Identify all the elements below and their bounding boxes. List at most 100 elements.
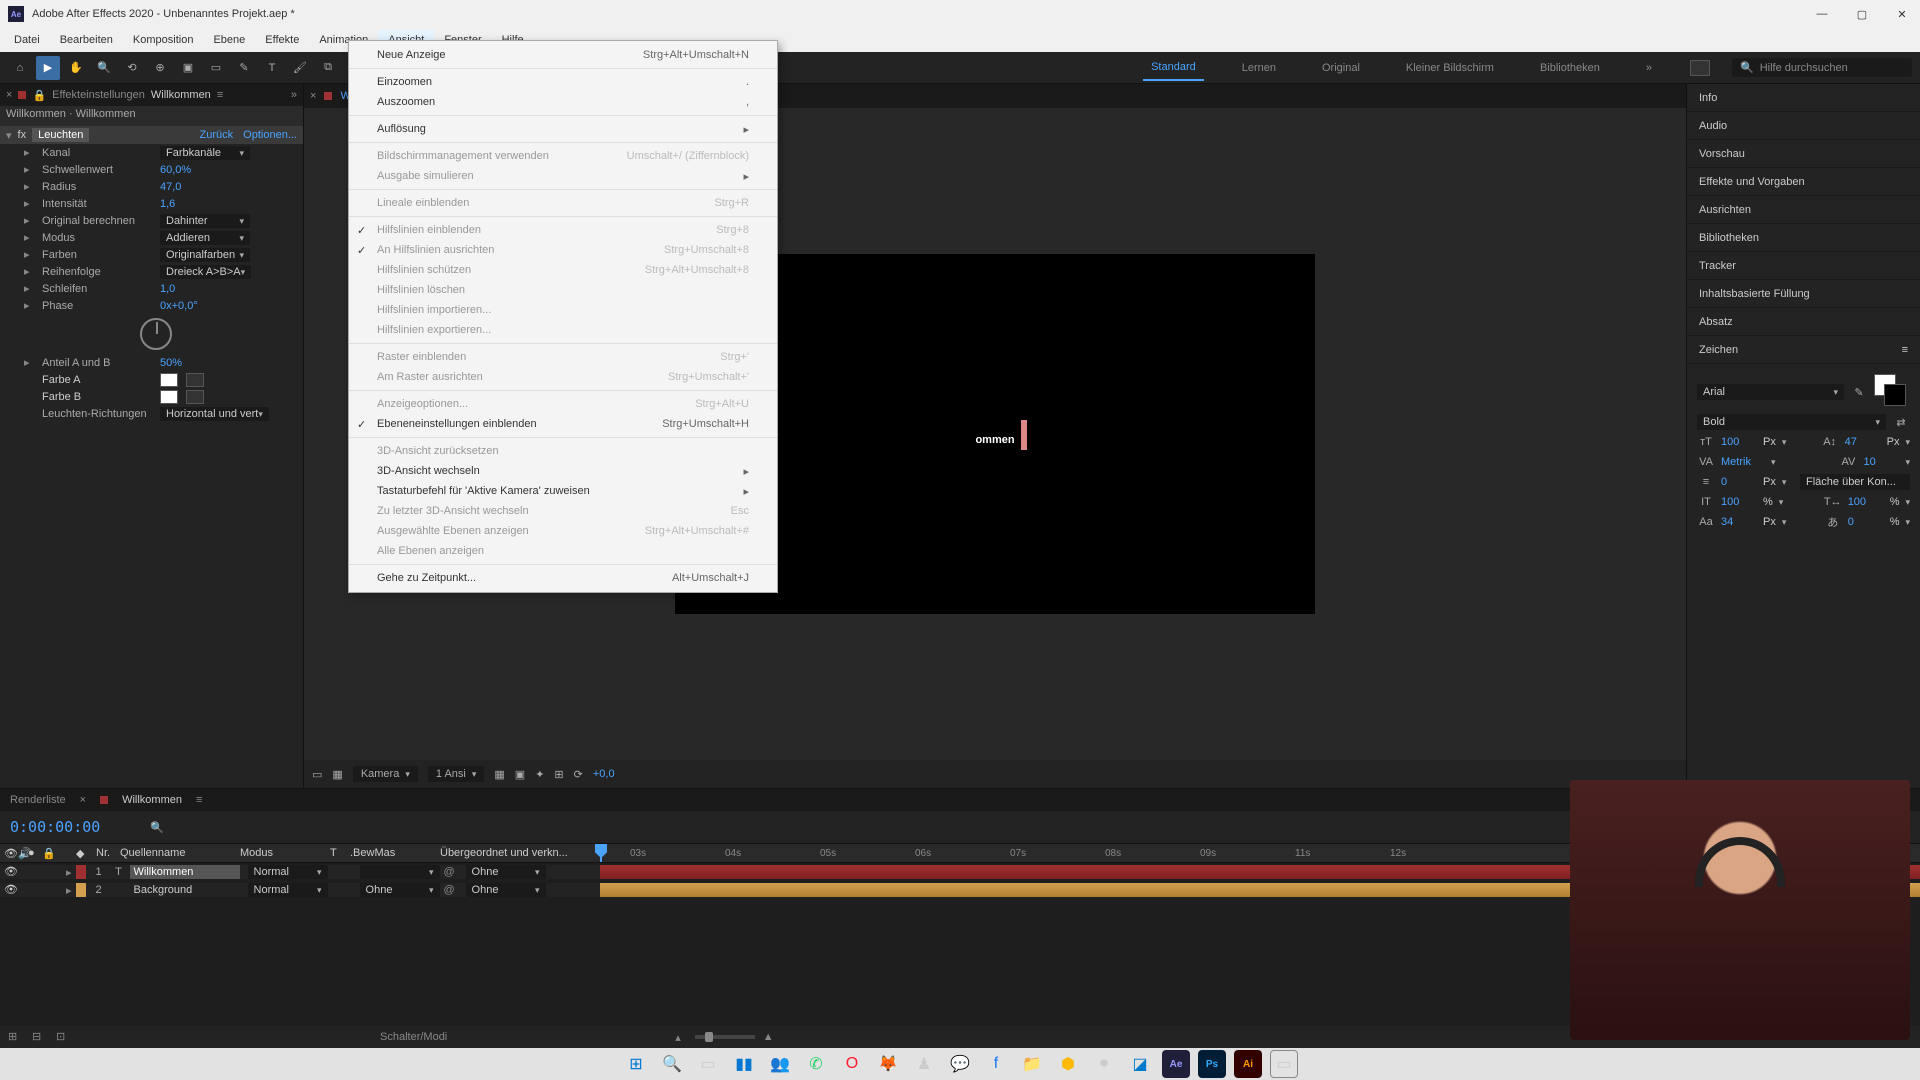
- font-style-dd[interactable]: Bold: [1697, 414, 1886, 430]
- workspace-grid-icon[interactable]: [1690, 60, 1710, 76]
- panel-info[interactable]: Info: [1687, 84, 1920, 112]
- panel-audio[interactable]: Audio: [1687, 112, 1920, 140]
- vscode-icon[interactable]: ◪: [1126, 1050, 1154, 1078]
- menu-item[interactable]: Gehe zu Zeitpunkt...Alt+Umschalt+J: [349, 568, 777, 588]
- parent-pickwhip-icon[interactable]: @: [444, 884, 458, 896]
- menu-effekte[interactable]: Effekte: [255, 30, 309, 50]
- effect-reset[interactable]: Zurück: [200, 129, 234, 141]
- visibility-toggle[interactable]: 👁: [4, 883, 18, 897]
- taskview-icon[interactable]: ▭: [694, 1050, 722, 1078]
- tl-toggle-3-icon[interactable]: ⊡: [56, 1030, 72, 1044]
- menu-item[interactable]: ✓Ebeneneinstellungen einblendenStrg+Umsc…: [349, 414, 777, 434]
- vc-grid-icon[interactable]: ▦: [494, 768, 504, 781]
- panel-absatz[interactable]: Absatz: [1687, 308, 1920, 336]
- menu-item[interactable]: Einzoomen.: [349, 72, 777, 92]
- workspace-bibliotheken[interactable]: Bibliotheken: [1532, 56, 1608, 80]
- prop-value[interactable]: 47,0: [160, 181, 181, 193]
- vc-views-dd[interactable]: 1 Ansi: [428, 766, 485, 782]
- prop-value[interactable]: 1,0: [160, 283, 175, 295]
- tl-tab-close-icon[interactable]: ×: [80, 794, 86, 806]
- tl-search-icon[interactable]: 🔍: [150, 821, 164, 834]
- hand-tool-icon[interactable]: ✋: [64, 56, 88, 80]
- workspace-original[interactable]: Original: [1314, 56, 1368, 80]
- swap-colors-icon[interactable]: ⇄: [1892, 414, 1910, 430]
- whatsapp-icon[interactable]: ✆: [802, 1050, 830, 1078]
- swatch-b[interactable]: [160, 390, 178, 404]
- teams-icon[interactable]: 👥: [766, 1050, 794, 1078]
- label-color[interactable]: [76, 883, 86, 897]
- parent-pickwhip-icon[interactable]: @: [444, 866, 458, 878]
- panel-tracker[interactable]: Tracker: [1687, 252, 1920, 280]
- messenger-icon[interactable]: 💬: [946, 1050, 974, 1078]
- panel-bibliotheken[interactable]: Bibliotheken: [1687, 224, 1920, 252]
- menu-item[interactable]: Tastaturbefehl für 'Aktive Kamera' zuwei…: [349, 481, 777, 501]
- col-lock-icon[interactable]: 🔒: [42, 847, 56, 860]
- eyedropper-b-icon[interactable]: [186, 390, 204, 404]
- tl-tab-renderliste[interactable]: Renderliste: [10, 794, 66, 806]
- minimize-button[interactable]: —: [1812, 4, 1832, 24]
- panel-inhaltsbasierte-füllung[interactable]: Inhaltsbasierte Füllung: [1687, 280, 1920, 308]
- tl-tab-willkommen[interactable]: Willkommen: [122, 794, 182, 806]
- tab-willkommen[interactable]: Willkommen: [151, 89, 211, 101]
- eyedropper-a-icon[interactable]: [186, 373, 204, 387]
- app-icon[interactable]: ♟: [910, 1050, 938, 1078]
- row-expand-icon[interactable]: ▸: [66, 884, 72, 897]
- eyedropper-icon[interactable]: ✎: [1850, 384, 1868, 400]
- menu-ebene[interactable]: Ebene: [203, 30, 255, 50]
- prop-anteil-value[interactable]: 50%: [160, 357, 182, 369]
- prop-dropdown[interactable]: Originalfarben: [160, 248, 250, 262]
- panel-menu-icon[interactable]: ≡: [1902, 344, 1908, 356]
- vscale-value[interactable]: 100: [1721, 496, 1757, 508]
- prop-value[interactable]: 0x+0,0°: [160, 300, 198, 312]
- orbit-tool-icon[interactable]: ⟲: [120, 56, 144, 80]
- label-color[interactable]: [76, 865, 86, 879]
- panel-close-icon[interactable]: ×: [6, 89, 12, 101]
- col-speaker-icon[interactable]: 🔊: [18, 847, 28, 860]
- zoom-tool-icon[interactable]: 🔍: [92, 56, 116, 80]
- brush-tool-icon[interactable]: 🖌: [288, 56, 312, 80]
- panel-vorschau[interactable]: Vorschau: [1687, 140, 1920, 168]
- tl-toggle-2-icon[interactable]: ⊟: [32, 1030, 48, 1044]
- vc-refresh-icon[interactable]: ⟳: [574, 768, 583, 781]
- tl-zoom-out-icon[interactable]: ▴: [675, 1031, 681, 1044]
- baseline-value[interactable]: 34: [1721, 516, 1757, 528]
- rect-tool-icon[interactable]: ▭: [204, 56, 228, 80]
- prop-dropdown[interactable]: Addieren: [160, 231, 250, 245]
- tsume-value[interactable]: 0: [1848, 516, 1884, 528]
- workspace-standard[interactable]: Standard: [1143, 55, 1204, 81]
- menu-item[interactable]: Auflösung▸: [349, 119, 777, 139]
- prop-dropdown[interactable]: Dahinter: [160, 214, 250, 228]
- kerning-value[interactable]: Metrik: [1721, 456, 1765, 468]
- menu-bearbeiten[interactable]: Bearbeiten: [50, 30, 123, 50]
- schalter-modi[interactable]: Schalter/Modi: [380, 1031, 447, 1043]
- app2-icon[interactable]: ⬢: [1054, 1050, 1082, 1078]
- explorer-icon[interactable]: 📁: [1018, 1050, 1046, 1078]
- stroke-value[interactable]: 0: [1721, 476, 1757, 488]
- vc-resolution-icon[interactable]: ▦: [332, 768, 342, 781]
- vc-exposure[interactable]: +0,0: [593, 768, 615, 780]
- close-button[interactable]: ✕: [1892, 4, 1912, 24]
- panel-zeichen[interactable]: Zeichen: [1699, 344, 1738, 356]
- clone-tool-icon[interactable]: ⧉: [316, 56, 340, 80]
- tracking-value[interactable]: 10: [1863, 456, 1899, 468]
- layer-name[interactable]: Background: [130, 883, 240, 897]
- tl-zoom-slider[interactable]: [695, 1035, 755, 1039]
- trkmat-dd[interactable]: Ohne: [360, 883, 440, 897]
- vc-magnify-icon[interactable]: ▭: [312, 768, 322, 781]
- leading-value[interactable]: 47: [1845, 436, 1881, 448]
- visibility-toggle[interactable]: 👁: [4, 865, 18, 879]
- tab-effekteinstellungen[interactable]: Effekteinstellungen: [52, 89, 145, 101]
- workspace-lernen[interactable]: Lernen: [1234, 56, 1284, 80]
- prop-dropdown[interactable]: Dreieck A>B>A: [160, 265, 251, 279]
- prop-value[interactable]: 60,0%: [160, 164, 191, 176]
- prop-dropdown[interactable]: Farbkanäle: [160, 146, 250, 160]
- effect-options[interactable]: Optionen...: [243, 129, 297, 141]
- ae-icon[interactable]: Ae: [1162, 1050, 1190, 1078]
- col-solo-icon[interactable]: ●: [28, 847, 42, 859]
- obs-icon[interactable]: ⏺: [1090, 1050, 1118, 1078]
- home-icon[interactable]: ⌂: [8, 56, 32, 80]
- font-family-dd[interactable]: Arial: [1697, 384, 1844, 400]
- parent-dd[interactable]: Ohne: [466, 883, 546, 897]
- vc-camera-dd[interactable]: Kamera: [353, 766, 418, 782]
- maximize-button[interactable]: ▢: [1852, 4, 1872, 24]
